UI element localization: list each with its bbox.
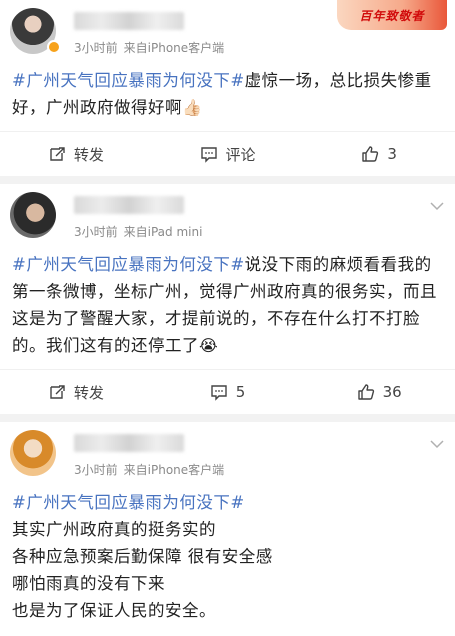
repost-button[interactable]: 转发 — [0, 144, 152, 165]
avatar[interactable] — [10, 192, 56, 238]
post-text: #广州天气回应暴雨为何没下#说没下雨的麻烦看看我的第一条微博，坐标广州，觉得广州… — [0, 244, 455, 359]
post-time: 3小时前 — [74, 41, 118, 55]
post-time: 3小时前 — [74, 463, 118, 477]
username-redacted[interactable] — [74, 196, 184, 214]
post-source: 来自iPad mini — [123, 225, 203, 239]
post-text: #广州天气回应暴雨为何没下#虚惊一场，总比损失惨重好，广州政府做得好啊👍🏻 — [0, 60, 455, 121]
username-redacted[interactable] — [74, 434, 184, 452]
post-header: 3小时前 来自iPhone客户端 百年致敬者 — [0, 0, 455, 60]
post-line: 也是为了保证人民的安全。 — [12, 601, 216, 620]
like-button[interactable]: 3 — [303, 145, 455, 163]
post-time: 3小时前 — [74, 225, 118, 239]
thumbs-up-emoji: 👍🏻 — [182, 98, 203, 117]
repost-label: 转发 — [73, 145, 104, 164]
comment-label: 评论 — [225, 145, 256, 164]
post-card[interactable]: 3小时前 来自iPhone客户端 #广州天气回应暴雨为何没下# 其实广州政府真的挺… — [0, 422, 455, 636]
post-card[interactable]: 3小时前 来自iPhone客户端 百年致敬者 #广州天气回应暴雨为何没下#虚惊一场… — [0, 0, 455, 176]
like-count: 3 — [387, 145, 397, 163]
post-source: 来自iPhone客户端 — [123, 41, 225, 55]
post-header: 3小时前 来自iPad mini — [0, 184, 455, 244]
chevron-down-icon[interactable] — [429, 436, 445, 452]
repost-button[interactable]: 转发 — [0, 382, 152, 403]
post-header: 3小时前 来自iPhone客户端 — [0, 422, 455, 482]
repost-icon — [50, 385, 65, 399]
verified-badge-icon — [47, 40, 61, 54]
hashtag-link[interactable]: #广州天气回应暴雨为何没下# — [12, 71, 245, 90]
comment-count: 5 — [235, 383, 246, 401]
post-line: 其实广州政府真的挺务实的 — [12, 520, 216, 539]
hashtag-link[interactable]: #广州天气回应暴雨为何没下# — [12, 255, 245, 274]
post-actions: 转发 5 36 — [0, 369, 455, 414]
comment-icon — [200, 147, 217, 163]
weibo-feed: 3小时前 来自iPhone客户端 百年致敬者 #广州天气回应暴雨为何没下#虚惊一场… — [0, 0, 455, 636]
post-meta: 3小时前 来自iPhone客户端 — [74, 39, 224, 56]
post-text: #广州天气回应暴雨为何没下# 其实广州政府真的挺务实的 各种应急预案后勤保障 很… — [0, 482, 455, 624]
like-button[interactable]: 36 — [303, 383, 455, 401]
thumbs-up-icon — [357, 384, 374, 400]
thumbs-up-icon — [362, 146, 379, 162]
hashtag-link[interactable]: #广州天气回应暴雨为何没下# — [12, 493, 245, 512]
repost-icon — [50, 147, 65, 161]
post-meta: 3小时前 来自iPhone客户端 — [74, 461, 224, 478]
post-actions: 转发 评论 3 — [0, 131, 455, 176]
chevron-down-icon[interactable] — [429, 198, 445, 214]
post-line: 各种应急预案后勤保障 很有安全感 — [12, 547, 273, 566]
comment-button[interactable]: 评论 — [152, 144, 304, 165]
username-redacted[interactable] — [74, 12, 184, 30]
post-card[interactable]: 3小时前 来自iPad mini #广州天气回应暴雨为何没下#说没下雨的麻烦看看我… — [0, 184, 455, 414]
like-count: 36 — [382, 383, 402, 401]
crying-emoji: 😭 — [199, 336, 219, 355]
post-source: 来自iPhone客户端 — [123, 463, 225, 477]
comment-button[interactable]: 5 — [152, 383, 304, 401]
repost-label: 转发 — [73, 383, 104, 402]
avatar[interactable] — [10, 430, 56, 476]
comment-icon — [211, 385, 227, 401]
post-line: 哪怕雨真的没有下来 — [12, 574, 165, 593]
post-meta: 3小时前 来自iPad mini — [74, 223, 202, 240]
promo-banner[interactable]: 百年致敬者 — [337, 0, 447, 30]
